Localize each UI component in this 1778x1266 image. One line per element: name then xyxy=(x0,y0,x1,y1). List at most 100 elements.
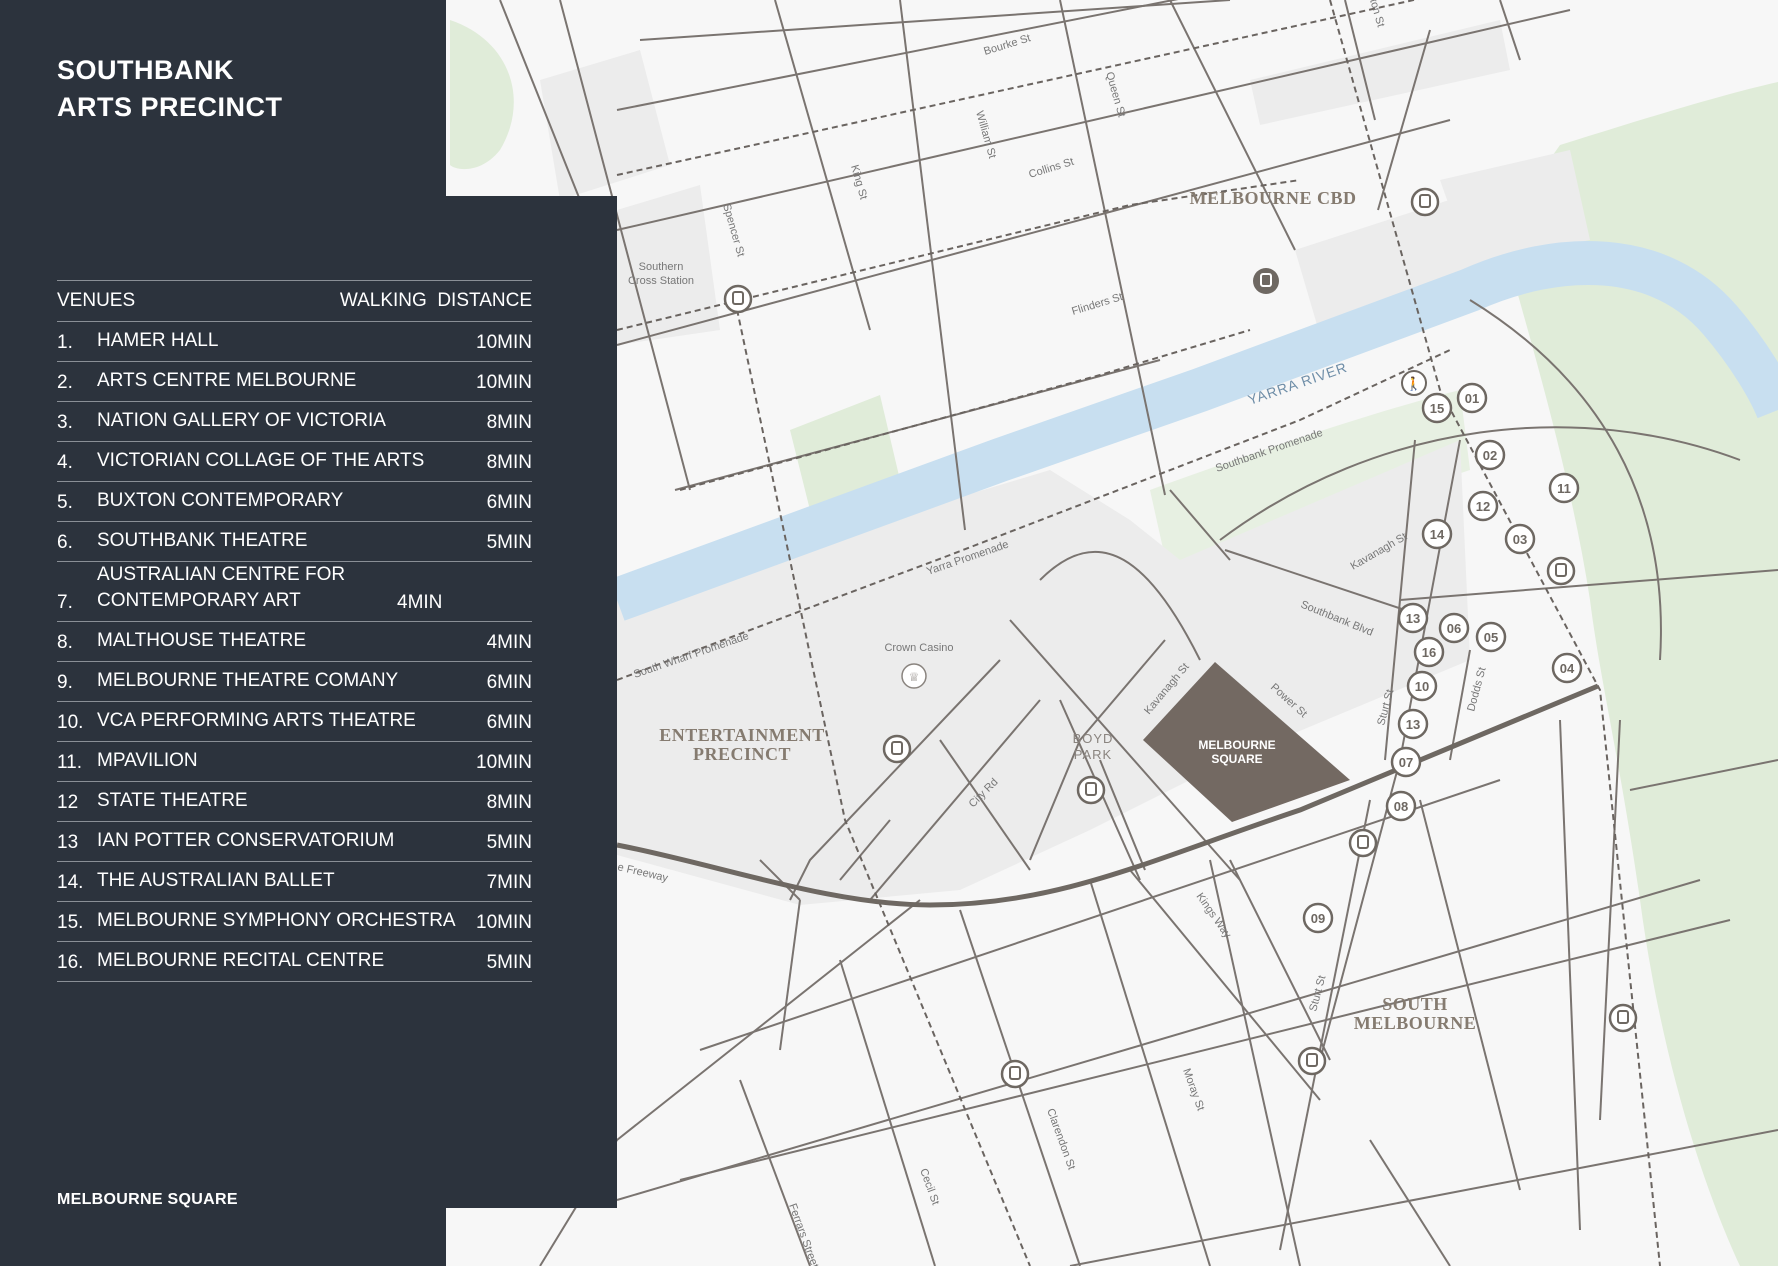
venue-badge: 16 xyxy=(1413,636,1445,668)
svg-text:13: 13 xyxy=(1406,611,1420,626)
header-distance: WALKING DISTANCE xyxy=(339,290,532,311)
table-row: 11. MPAVILION 10MIN xyxy=(57,742,532,782)
venue-name: VCA PERFORMING ARTS THEATRE xyxy=(97,710,416,731)
table-row: 15. MELBOURNE SYMPHONY ORCHESTRA 10MIN xyxy=(57,902,532,942)
page-title: SOUTHBANK ARTS PRECINCT xyxy=(57,52,283,126)
melbourne-square-label-1: MELBOURNE xyxy=(1198,738,1275,752)
venue-name: AUSTRALIAN CENTRE FOR CONTEMPORARY ART xyxy=(97,564,346,611)
venue-number: 2. xyxy=(57,372,73,393)
tram-stop-icon xyxy=(1297,1046,1327,1076)
place-label: Cross Station xyxy=(628,275,694,287)
venue-number: 12 xyxy=(57,792,79,813)
south-melbourne-label-1: SOUTH xyxy=(1382,994,1448,1014)
venue-badge: 01 xyxy=(1456,382,1488,414)
place-label: Crown Casino xyxy=(884,642,953,654)
tram-stop-icon xyxy=(1348,828,1378,858)
table-row: 10. VCA PERFORMING ARTS THEATRE 6MIN xyxy=(57,702,532,742)
walking-time: 10MIN xyxy=(476,332,532,353)
venue-badge: 09 xyxy=(1302,902,1334,934)
venue-number: 5. xyxy=(57,492,73,513)
svg-text:10: 10 xyxy=(1415,679,1429,694)
walking-time: 5MIN xyxy=(486,952,532,973)
walking-time: 6MIN xyxy=(486,712,532,733)
venue-badge: 14 xyxy=(1421,518,1453,550)
train-station-icon xyxy=(1253,268,1279,294)
venue-number: 15. xyxy=(57,912,84,933)
footer-brand: MELBOURNE SQUARE xyxy=(57,1191,238,1208)
venue-badge: 13 xyxy=(1397,602,1429,634)
table-row: 13 IAN POTTER CONSERVATORIUM 5MIN xyxy=(57,822,532,862)
title-line-1: SOUTHBANK xyxy=(57,55,234,85)
venue-table: VENUES WALKING DISTANCE 1. HAMER HALL 10MI… xyxy=(57,280,532,982)
venue-number: 3. xyxy=(57,412,73,433)
venue-number: 4. xyxy=(57,452,73,473)
walking-time: 4MIN xyxy=(397,592,443,613)
venue-name: MELBOURNE THEATRE COMANY xyxy=(97,670,399,691)
tram-stop-icon xyxy=(882,734,912,764)
casino-icon: ♕ xyxy=(901,663,927,689)
tram-stop-icon xyxy=(723,284,753,314)
svg-text:06: 06 xyxy=(1447,621,1461,636)
tram-stop-icon xyxy=(1608,1003,1638,1033)
place-label: Southern xyxy=(639,261,684,273)
svg-text:04: 04 xyxy=(1560,661,1575,676)
table-row: 7. AUSTRALIAN CENTRE FOR CONTEMPORARY ART… xyxy=(57,562,532,622)
boyd-park-label-1: BOYD xyxy=(1073,731,1114,746)
svg-text:15: 15 xyxy=(1430,401,1444,416)
table-row: 5. BUXTON CONTEMPORARY 6MIN xyxy=(57,482,532,522)
venue-badge: 03 xyxy=(1504,523,1536,555)
header-venues: VENUES xyxy=(57,290,136,311)
venue-name: MALTHOUSE THEATRE xyxy=(97,630,307,651)
venue-number: 14. xyxy=(57,872,84,893)
venue-name: IAN POTTER CONSERVATORIUM xyxy=(97,830,395,851)
svg-text:11: 11 xyxy=(1557,481,1571,496)
entertainment-label-2: PRECINCT xyxy=(693,744,791,764)
walking-time: 10MIN xyxy=(476,912,532,933)
venue-number: 10. xyxy=(57,712,84,733)
venue-badge: 13 xyxy=(1397,708,1429,740)
venue-badge: 08 xyxy=(1385,790,1417,822)
svg-text:♕: ♕ xyxy=(909,670,920,684)
svg-text:02: 02 xyxy=(1483,448,1497,463)
venue-number: 16. xyxy=(57,952,84,973)
tram-stop-icon xyxy=(1546,556,1576,586)
venue-badge: 05 xyxy=(1475,621,1507,653)
venue-number: 1. xyxy=(57,332,73,353)
table-row: 8. MALTHOUSE THEATRE 4MIN xyxy=(57,622,532,662)
tram-stop-icon xyxy=(1410,187,1440,217)
venue-name: MELBOURNE SYMPHONY ORCHESTRA xyxy=(97,910,456,931)
title-line-2: ARTS PRECINCT xyxy=(57,92,283,122)
table-row: 6. SOUTHBANK THEATRE 5MIN xyxy=(57,522,532,562)
walking-time: 7MIN xyxy=(486,872,532,893)
venue-number: 6. xyxy=(57,532,73,553)
entertainment-label-1: ENTERTAINMENT xyxy=(659,725,825,745)
table-row: 16. MELBOURNE RECITAL CENTRE 5MIN xyxy=(57,942,532,982)
table-row: 14. THE AUSTRALIAN BALLET 7MIN xyxy=(57,862,532,902)
tram-stop-icon xyxy=(1000,1059,1030,1089)
south-melbourne-label-2: MELBOURNE xyxy=(1354,1013,1477,1033)
walking-time: 5MIN xyxy=(486,532,532,553)
svg-text:16: 16 xyxy=(1422,645,1436,660)
boyd-park-label-2: PARK xyxy=(1074,747,1112,762)
venue-name: HAMER HALL xyxy=(97,330,219,351)
svg-text:🚶: 🚶 xyxy=(1406,376,1422,391)
table-body: 1. HAMER HALL 10MIN 2. ARTS CENTRE MELBOURNE… xyxy=(57,322,532,982)
table-row: 12 STATE THEATRE 8MIN xyxy=(57,782,532,822)
venue-name: THE AUSTRALIAN BALLET xyxy=(97,870,335,891)
tram-stop-icon xyxy=(1076,775,1106,805)
svg-text:09: 09 xyxy=(1311,911,1325,926)
svg-text:12: 12 xyxy=(1476,499,1490,514)
walking-time: 6MIN xyxy=(486,492,532,513)
svg-text:03: 03 xyxy=(1513,532,1527,547)
walking-time: 5MIN xyxy=(486,832,532,853)
sidebar-panel-bottom xyxy=(0,1208,446,1266)
svg-text:07: 07 xyxy=(1399,755,1413,770)
venue-name: STATE THEATRE xyxy=(97,790,248,811)
venue-name: ARTS CENTRE MELBOURNE xyxy=(97,370,357,391)
walking-time: 8MIN xyxy=(486,792,532,813)
table-row: 1. HAMER HALL 10MIN xyxy=(57,322,532,362)
venue-number: 8. xyxy=(57,632,73,653)
venue-name: NATION GALLERY OF VICTORIA xyxy=(97,410,386,431)
walking-time: 8MIN xyxy=(486,452,532,473)
walking-time: 10MIN xyxy=(476,752,532,773)
